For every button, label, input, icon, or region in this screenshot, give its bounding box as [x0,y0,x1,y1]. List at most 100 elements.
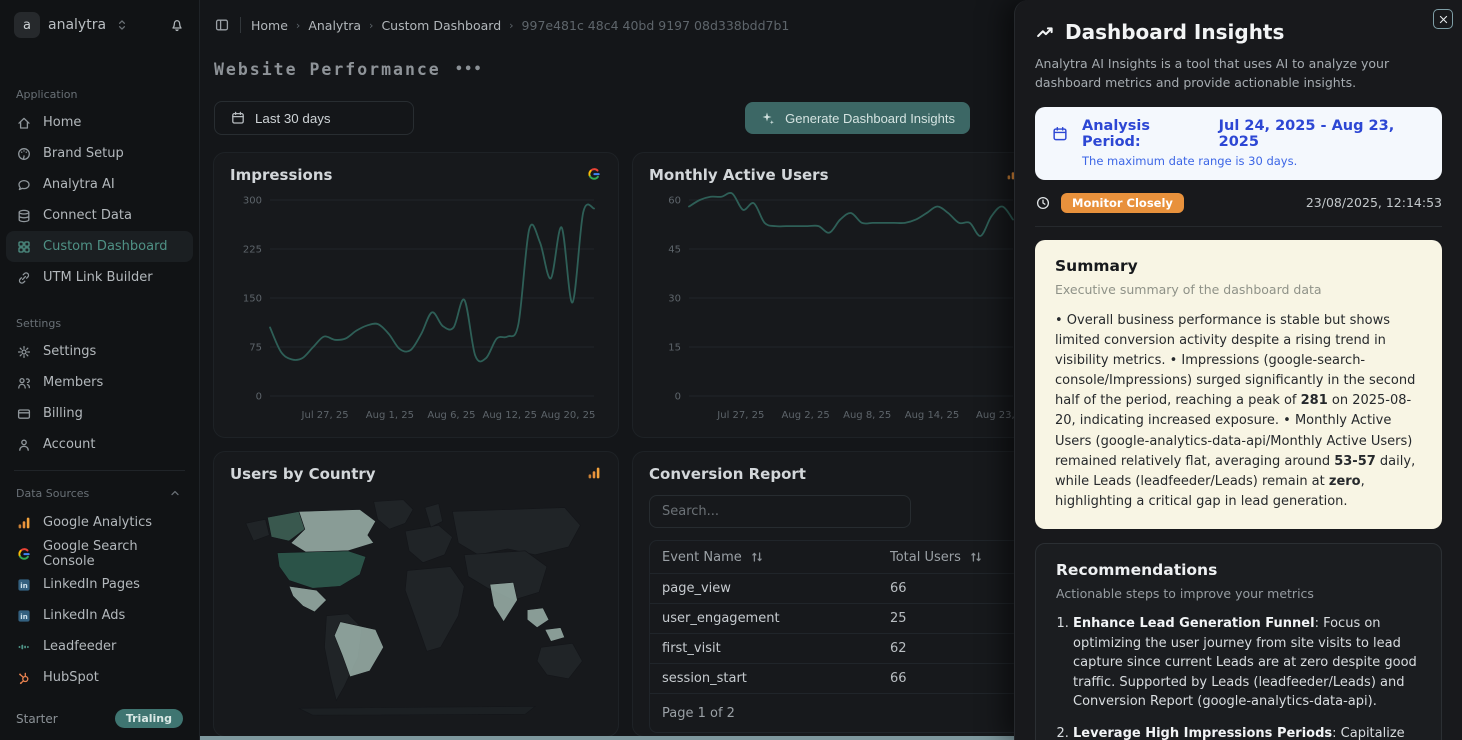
sidebar-item-label: Account [43,437,96,452]
impressions-chart[interactable]: 075150225300Jul 27, 25Aug 1, 25Aug 6, 25… [230,188,602,426]
user-icon [16,437,32,453]
chevron-updown-icon [114,17,130,33]
map-europe [405,525,452,562]
chevron-up-icon[interactable] [167,485,183,501]
recommendations-subtitle: Actionable steps to improve your metrics [1056,586,1421,601]
workspace-logo: a [14,12,40,38]
generate-insights-button[interactable]: Generate Dashboard Insights [745,102,970,134]
sidebar-item[interactable]: Analytra AI [0,169,199,200]
sort-icon[interactable] [749,549,765,565]
event-name-cell: page_view [662,581,890,596]
sidebar-item[interactable]: Connect Data [0,200,199,231]
link-icon [16,270,32,286]
bell-icon[interactable] [169,17,185,33]
sidebar-item[interactable]: in LinkedIn Pages [0,569,199,600]
section-label-application: Application [0,88,199,101]
sidebar-item[interactable]: Home [0,107,199,138]
svg-text:Aug 14, 25: Aug 14, 25 [905,410,960,421]
table-row[interactable]: user_engagement 25 [650,604,1014,634]
column-total-users[interactable]: Total Users [890,550,961,565]
svg-text:in: in [20,613,27,621]
svg-text:225: 225 [243,245,262,256]
title-row: Website Performance ••• [200,50,1014,79]
mau-title: Monthly Active Users [649,166,829,184]
sidebar-item[interactable]: UTM Link Builder [0,262,199,293]
section-label-data-sources[interactable]: Data Sources [0,485,199,501]
insights-panel: Dashboard Insights Analytra AI Insights … [1014,0,1462,740]
event-name-cell: first_visit [662,641,890,656]
table-row[interactable]: page_view 66 [650,574,1014,604]
pagination-label: Page 1 of 2 [650,694,1014,732]
column-event-name[interactable]: Event Name [662,550,742,565]
close-button[interactable] [1433,9,1453,29]
topbar: Home › Analytra › Custom Dashboard › 997… [200,0,1014,50]
workspace-switcher[interactable]: a analytra [0,0,199,48]
google-search-console-icon [586,166,602,182]
sidebar-item-label: Connect Data [43,208,132,223]
sidebar-item-label: Analytra AI [43,177,115,192]
google-icon [16,546,32,562]
date-range-label: Last 30 days [255,111,331,126]
sidebar-item[interactable]: Google Analytics [0,507,199,538]
recommendation-item: Leverage High Impressions Periods: Capit… [1073,724,1421,740]
sidebar-item-label: Google Search Console [43,539,183,569]
sidebar-item[interactable]: Account [0,429,199,460]
linkedin-icon: in [16,577,32,593]
sort-icon[interactable] [968,549,984,565]
sidebar-item[interactable]: Custom Dashboard [6,231,193,262]
sidebar-item[interactable]: Google Search Console [0,538,199,569]
svg-text:Aug 23, 25: Aug 23, 25 [976,410,1014,421]
sidebar-item[interactable]: Members [0,367,199,398]
breadcrumb-home[interactable]: Home [251,18,288,33]
breadcrumb-analytra[interactable]: Analytra [308,18,361,33]
conversion-search-input[interactable] [649,495,911,528]
title-menu-icon[interactable]: ••• [455,62,483,77]
svg-text:150: 150 [243,294,262,305]
sidebar-item[interactable]: Leadfeeder [0,631,199,662]
leadfeeder-icon [16,639,32,655]
total-users-cell: 66 [890,581,1008,596]
grid-icon [16,239,32,255]
mau-chart[interactable]: 015304560Jul 27, 25Aug 2, 25Aug 8, 25Aug… [649,188,1014,426]
date-range-picker[interactable]: Last 30 days [214,101,414,135]
recommendations-card: Recommendations Actionable steps to impr… [1035,543,1442,740]
plan-footer: Starter Trialing [0,699,199,740]
sidebar-toggle-icon[interactable] [214,17,230,33]
sidebar-item-label: Home [43,115,81,130]
breadcrumb-custom-dashboard[interactable]: Custom Dashboard [381,18,501,33]
svg-text:Aug 8, 25: Aug 8, 25 [843,410,891,421]
plan-name: Starter [16,712,58,726]
sidebar: a analytra Application Home Brand Setup … [0,0,200,740]
table-row[interactable]: first_visit 62 [650,634,1014,664]
section-label-settings: Settings [0,317,199,330]
sidebar-item-label: Custom Dashboard [43,239,167,254]
sparkle-icon [760,110,776,126]
sidebar-item[interactable]: Brand Setup [0,138,199,169]
sidebar-nav: Application Home Brand Setup Analytra AI… [0,48,199,699]
sidebar-item[interactable]: Billing [0,398,199,429]
map-mexico [289,586,326,612]
mau-card: Monthly Active Users 015304560Jul 27, 25… [632,152,1014,438]
world-map[interactable] [230,487,602,719]
total-users-cell: 62 [890,641,1008,656]
sidebar-item-label: HubSpot [43,670,99,685]
sidebar-item-label: Google Analytics [43,515,152,530]
workspace-name: analytra [48,17,106,33]
sidebar-item[interactable]: in LinkedIn Ads [0,600,199,631]
analysis-period-note: The maximum date range is 30 days. [1082,154,1426,168]
total-users-cell: 66 [890,671,1008,686]
svg-text:Aug 2, 25: Aug 2, 25 [782,410,830,421]
database-icon [16,208,32,224]
summary-title: Summary [1055,257,1422,275]
map-india [490,582,518,621]
status-row: Monitor Closely 23/08/2025, 12:14:53 [1035,193,1442,213]
analysis-period-card: Analysis Period: Jul 24, 2025 - Aug 23, … [1035,107,1442,180]
analysis-period-value: Jul 24, 2025 - Aug 23, 2025 [1219,118,1426,150]
sidebar-item[interactable]: Settings [0,336,199,367]
table-row[interactable]: session_start 66 [650,664,1014,694]
panel-title: Dashboard Insights [1065,20,1284,44]
horizontal-scrollbar[interactable] [200,736,1014,740]
data-source-items: Google Analytics Google Search Console i… [0,507,199,693]
sidebar-item[interactable]: HubSpot [0,662,199,693]
map-russia-asia [452,508,580,555]
